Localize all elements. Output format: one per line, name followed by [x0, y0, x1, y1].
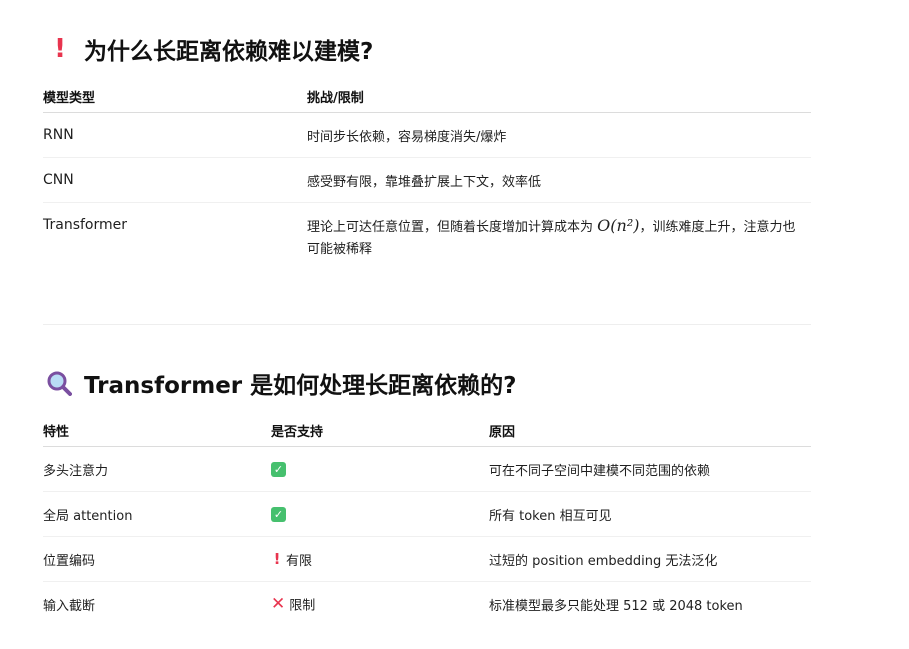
exclamation-icon: !: [54, 34, 66, 64]
section-title-text: Transformer 是如何处理长距离依赖的?: [84, 373, 517, 399]
column-header-challenge: 挑战/限制: [307, 80, 811, 113]
model-name: Transformer: [43, 217, 128, 233]
section-title-long-range: ! 为什么长距离依赖难以建模?: [46, 32, 373, 66]
magnifier-icon: [46, 370, 74, 396]
support-status-text: 有限: [286, 553, 313, 569]
section-title-transformer: Transformer 是如何处理长距离依赖的?: [46, 366, 517, 400]
table-row: RNN 时间步长依赖，容易梯度消失/爆炸: [43, 112, 811, 158]
table-row: 输入截断 ✕ 限制 标准模型最多只能处理 512 或 2048 token: [43, 582, 811, 627]
support-cell: ✕ 限制: [271, 582, 489, 627]
table-header-row: 特性 是否支持 原因: [43, 414, 811, 447]
support-cell: ! 有限: [271, 536, 489, 582]
section-divider: [43, 324, 811, 325]
column-header-support: 是否支持: [271, 414, 489, 447]
support-cell: ✓: [271, 446, 489, 492]
model-challenge: 时间步长依赖，容易梯度消失/爆炸: [307, 112, 811, 158]
support-cell: ✓: [271, 491, 489, 537]
table-row: CNN 感受野有限，靠堆叠扩展上下文，效率低: [43, 157, 811, 203]
model-name: RNN: [43, 112, 307, 158]
table-row: 多头注意力 ✓ 可在不同子空间中建模不同范围的依赖: [43, 446, 811, 492]
feature-name: 全局 attention: [43, 491, 271, 537]
check-icon: ✓: [271, 461, 286, 477]
feature-support-table: 特性 是否支持 原因 多头注意力 ✓ 可在不同子空间中建模不同范围的依赖 全局 …: [43, 414, 811, 626]
column-header-model-type: 模型类型: [43, 80, 307, 113]
section-title-text: 为什么长距离依赖难以建模?: [84, 39, 374, 65]
check-icon: ✓: [271, 506, 286, 522]
column-header-reason: 原因: [489, 414, 811, 447]
feature-name: 多头注意力: [43, 446, 271, 492]
reason-text: 过短的 position embedding 无法泛化: [489, 536, 811, 582]
cross-icon: ✕: [271, 594, 286, 614]
table-row: 位置编码 ! 有限 过短的 position embedding 无法泛化: [43, 536, 811, 582]
model-challenge: 感受野有限，靠堆叠扩展上下文，效率低: [307, 157, 811, 203]
model-name: CNN: [43, 157, 307, 203]
model-challenge: 理论上可达任意位置，但随着长度增加计算成本为 O(n²)，训练难度上升，注意力也…: [307, 203, 811, 280]
support-status-text: 限制: [289, 598, 316, 614]
column-header-feature: 特性: [43, 414, 271, 447]
reason-text: 所有 token 相互可见: [489, 491, 811, 537]
reason-text: 可在不同子空间中建模不同范围的依赖: [489, 446, 811, 492]
table-header-row: 模型类型 挑战/限制: [43, 80, 811, 113]
model-challenge-table: 模型类型 挑战/限制 RNN 时间步长依赖，容易梯度消失/爆炸 CNN 感受野有…: [43, 80, 811, 279]
feature-name: 位置编码: [43, 536, 271, 582]
feature-name: 输入截断: [43, 598, 96, 614]
table-row: 全局 attention ✓ 所有 token 相互可见: [43, 491, 811, 537]
reason-text: 标准模型最多只能处理 512 或 2048 token: [489, 598, 743, 614]
table-row: Transformer 理论上可达任意位置，但随着长度增加计算成本为 O(n²)…: [43, 203, 811, 280]
challenge-text-pre: 理论上可达任意位置，但随着长度增加计算成本为: [307, 220, 594, 235]
exclamation-icon: !: [273, 550, 281, 568]
complexity-formula: O(n²): [597, 216, 640, 235]
